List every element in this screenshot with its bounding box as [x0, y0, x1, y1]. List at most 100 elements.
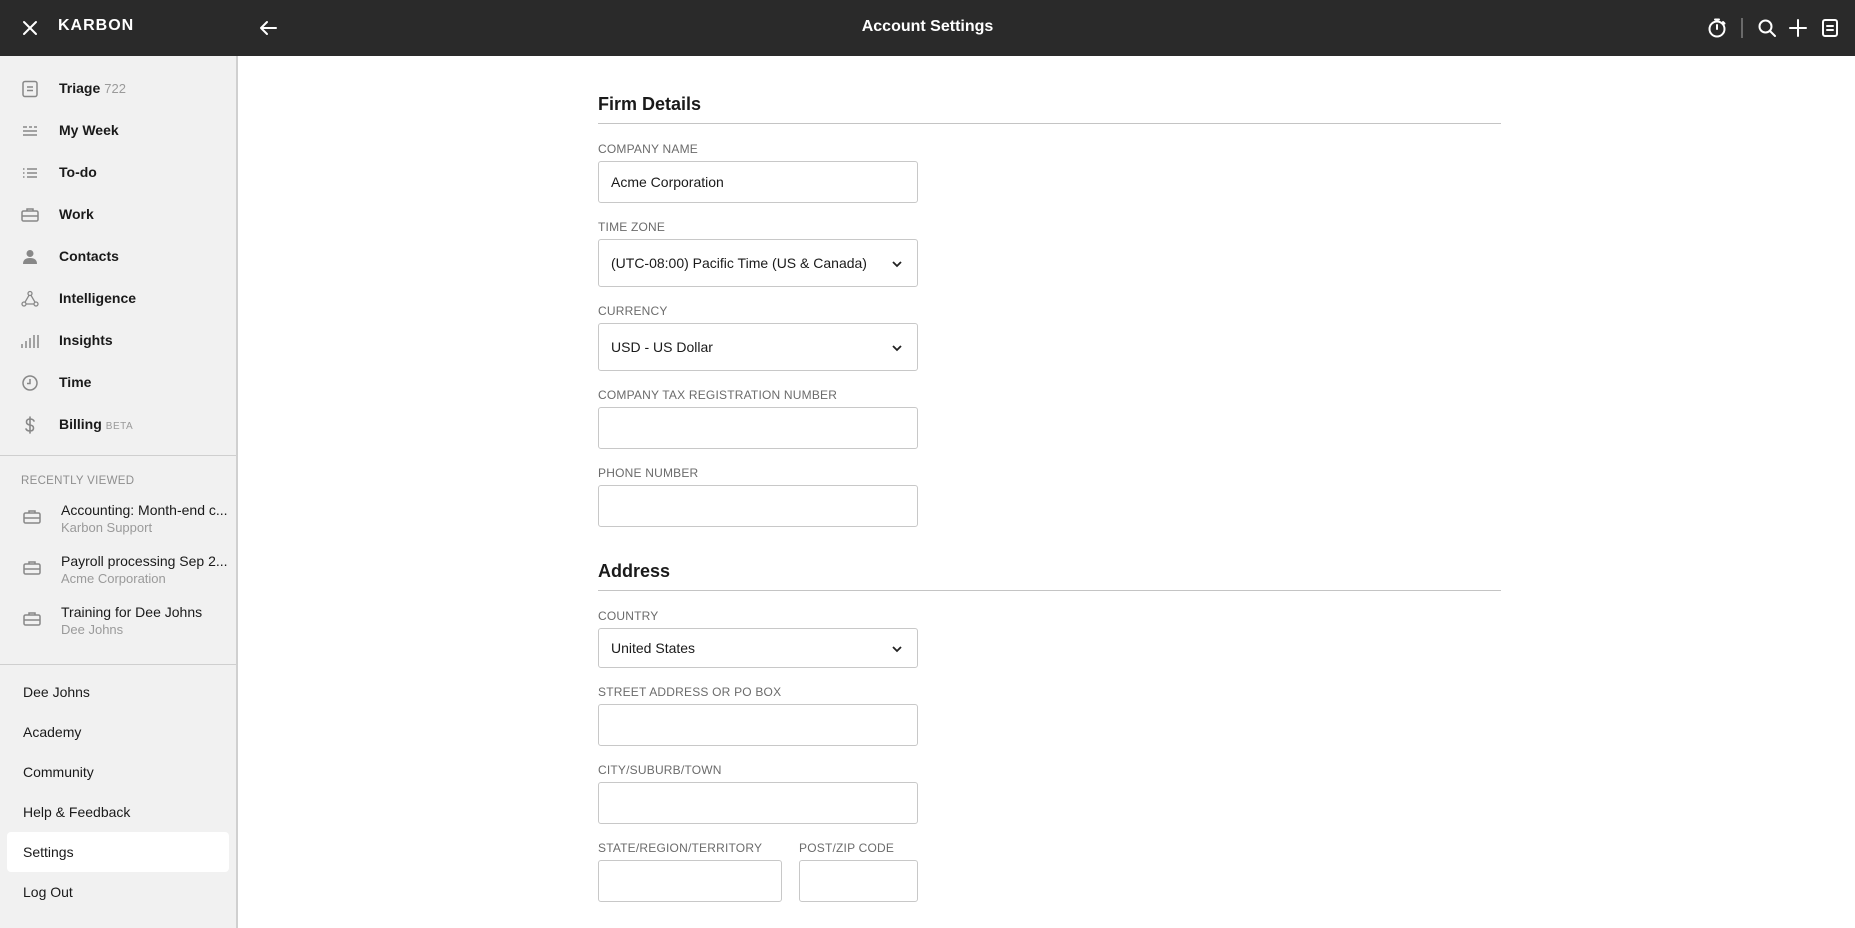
state-field[interactable]	[598, 860, 782, 902]
person-icon	[20, 247, 40, 267]
sidebar-item-label: Intelligence	[59, 290, 137, 306]
sidebar-item-label: Insights	[59, 332, 113, 348]
recent-item[interactable]: Payroll processing Sep 2... Acme Corpora…	[0, 553, 236, 601]
menu-item-label: Settings	[23, 844, 74, 860]
time-zone-select[interactable]: (UTC-08:00) Pacific Time (US & Canada)	[598, 239, 918, 287]
phone-number-field[interactable]	[598, 485, 918, 527]
country-value: United States	[611, 640, 696, 656]
clock-icon	[20, 373, 40, 393]
sidebar-item-todo[interactable]: To-do	[0, 155, 236, 191]
sidebar-item-work[interactable]: Work	[0, 197, 236, 233]
main-content: Firm Details COMPANY NAME TIME ZONE (UTC…	[240, 56, 1855, 928]
currency-value: USD - US Dollar	[611, 339, 713, 355]
timer-icon[interactable]	[1705, 16, 1729, 40]
briefcase-icon	[20, 205, 40, 225]
chevron-down-icon	[892, 646, 902, 653]
firm-details-heading: Firm Details	[598, 94, 702, 114]
menu-item-help-feedback[interactable]: Help & Feedback	[7, 792, 229, 832]
briefcase-icon	[22, 610, 42, 628]
menu-item-log-out[interactable]: Log Out	[7, 872, 229, 912]
zip-code-input[interactable]	[800, 861, 917, 901]
menu-item-label: Dee Johns	[23, 684, 90, 700]
bar-chart-icon	[20, 331, 40, 351]
zip-code-field[interactable]	[799, 860, 918, 902]
currency-select[interactable]: USD - US Dollar	[598, 323, 918, 371]
recent-item-title: Accounting: Month-end c...	[61, 502, 228, 518]
menu-item-community[interactable]: Community	[7, 752, 229, 792]
search-icon[interactable]	[1755, 16, 1779, 40]
menu-item-label: Community	[23, 764, 94, 780]
street-address-input[interactable]	[599, 705, 917, 745]
street-address-field[interactable]	[598, 704, 918, 746]
todo-list-icon	[20, 163, 40, 183]
sidebar-item-my-week[interactable]: My Week	[0, 113, 236, 149]
section-divider	[598, 123, 1501, 124]
menu-item-profile[interactable]: Dee Johns	[7, 672, 229, 712]
sidebar-item-label: Time	[59, 374, 92, 390]
sidebar-item-contacts[interactable]: Contacts	[0, 239, 236, 275]
sidebar-item-label: Work	[59, 206, 94, 222]
sidebar-item-label: Billing	[59, 416, 102, 432]
sidebar-item-triage[interactable]: Triage 722	[0, 71, 236, 107]
company-name-input[interactable]	[599, 162, 917, 202]
dollar-icon	[20, 415, 40, 435]
street-address-label: STREET ADDRESS OR PO BOX	[598, 685, 782, 699]
city-input[interactable]	[599, 783, 917, 823]
time-zone-value: (UTC-08:00) Pacific Time (US & Canada)	[611, 255, 867, 271]
recent-item[interactable]: Training for Dee Johns Dee Johns	[0, 604, 236, 652]
sidebar-item-label: To-do	[59, 164, 97, 180]
state-input[interactable]	[599, 861, 781, 901]
recently-viewed-label: RECENTLY VIEWED	[21, 475, 135, 487]
tax-number-input[interactable]	[599, 408, 917, 448]
sidebar-item-billing[interactable]: Billing BETA	[0, 407, 236, 443]
menu-item-settings[interactable]: Settings	[7, 832, 229, 872]
triage-icon[interactable]	[1818, 16, 1842, 40]
recent-item-subtitle: Karbon Support	[61, 520, 153, 535]
sidebar-item-label: Triage	[59, 80, 101, 96]
company-name-label: COMPANY NAME	[598, 142, 698, 156]
sidebar-item-label: Contacts	[59, 248, 119, 264]
recent-item-subtitle: Dee Johns	[61, 622, 124, 637]
close-icon[interactable]	[18, 16, 42, 40]
time-zone-label: TIME ZONE	[598, 220, 666, 234]
sidebar: Triage 722 My Week To-do Work Contacts In…	[0, 56, 238, 928]
city-field[interactable]	[598, 782, 918, 824]
chevron-down-icon	[892, 345, 902, 352]
tax-number-field[interactable]	[598, 407, 918, 449]
phone-number-input[interactable]	[599, 486, 917, 526]
beta-badge: BETA	[105, 421, 134, 432]
country-select[interactable]: United States	[598, 628, 918, 668]
menu-item-label: Academy	[23, 724, 82, 740]
my-week-icon	[20, 121, 40, 141]
sidebar-item-label: My Week	[59, 122, 119, 138]
phone-number-label: PHONE NUMBER	[598, 466, 699, 480]
currency-label: CURRENCY	[598, 304, 668, 318]
plus-icon[interactable]	[1786, 16, 1810, 40]
menu-item-label: Help & Feedback	[23, 804, 131, 820]
address-heading: Address	[598, 561, 671, 581]
sidebar-item-insights[interactable]: Insights	[0, 323, 236, 359]
brand-logo: KARBON	[58, 17, 135, 34]
sidebar-item-time[interactable]: Time	[0, 365, 236, 401]
company-name-field[interactable]	[598, 161, 918, 203]
tax-number-label: COMPANY TAX REGISTRATION NUMBER	[598, 388, 838, 402]
menu-item-academy[interactable]: Academy	[7, 712, 229, 752]
recent-item-subtitle: Acme Corporation	[61, 571, 166, 586]
section-divider	[598, 590, 1501, 591]
sidebar-divider	[0, 455, 236, 456]
recent-item-title: Training for Dee Johns	[61, 604, 203, 620]
back-arrow-icon[interactable]	[256, 16, 280, 40]
page-title: Account Settings	[861, 18, 994, 35]
sidebar-item-intelligence[interactable]: Intelligence	[0, 281, 236, 317]
city-label: CITY/SUBURB/TOWN	[598, 763, 722, 777]
country-label: COUNTRY	[598, 609, 659, 623]
chevron-down-icon	[892, 261, 902, 268]
briefcase-icon	[22, 559, 42, 577]
briefcase-icon	[22, 508, 42, 526]
triage-count-badge: 722	[104, 81, 126, 96]
recent-item[interactable]: Accounting: Month-end c... Karbon Suppor…	[0, 502, 236, 550]
menu-item-label: Log Out	[23, 884, 73, 900]
sidebar-divider	[0, 664, 236, 665]
triage-icon	[20, 79, 40, 99]
state-label: STATE/REGION/TERRITORY	[598, 841, 763, 855]
